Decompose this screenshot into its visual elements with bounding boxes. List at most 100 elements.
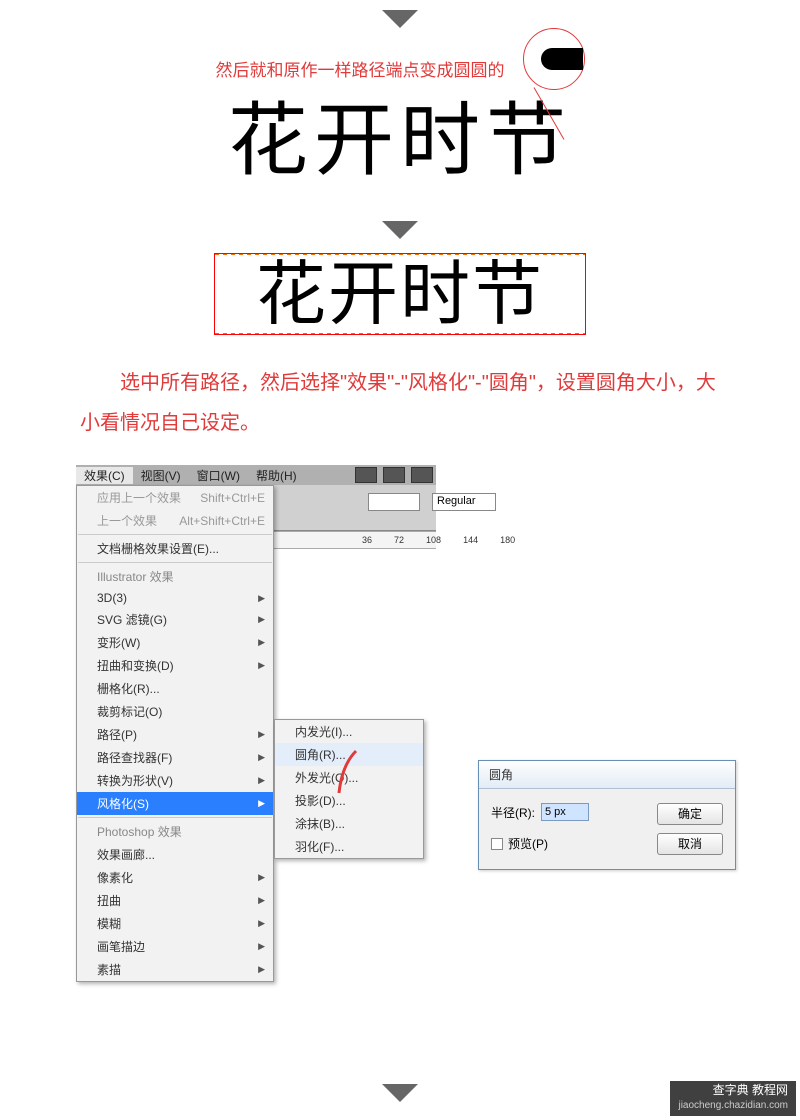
toolbar-icon[interactable] xyxy=(355,467,377,483)
magnifier-circle xyxy=(523,28,585,90)
menubar-item-help[interactable]: 帮助(H) xyxy=(248,467,305,484)
menu-label: 转换为形状(V) xyxy=(97,772,173,789)
round-corners-dialog: 圆角 半径(R): 预览(P) 确定 取消 xyxy=(478,760,736,870)
menu-separator xyxy=(78,817,272,818)
dialog-title: 圆角 xyxy=(479,761,735,789)
submenu-scribble[interactable]: 涂抹(B)... xyxy=(275,812,423,835)
menu-label: 扭曲和变换(D) xyxy=(97,657,174,674)
menubar-item-window[interactable]: 窗口(W) xyxy=(189,467,248,484)
submenu-arrow-icon: ▶ xyxy=(258,775,265,786)
menu-apply-last[interactable]: 应用上一个效果 Shift+Ctrl+E xyxy=(77,486,273,509)
menubar: 效果(C) 视图(V) 窗口(W) 帮助(H) xyxy=(76,465,436,485)
menu-label: 内发光(I)... xyxy=(295,723,352,740)
menu-label: 素描 xyxy=(97,961,121,978)
submenu-arrow-icon: ▶ xyxy=(258,637,265,648)
menu-label: 模糊 xyxy=(97,915,121,932)
submenu-arrow-icon: ▶ xyxy=(258,941,265,952)
menu-blur[interactable]: 模糊 ▶ xyxy=(77,912,273,935)
menu-label: 羽化(F)... xyxy=(295,838,344,855)
menu-shortcut: Alt+Shift+Ctrl+E xyxy=(179,514,265,528)
menu-label: 3D(3) xyxy=(97,591,127,605)
menu-header-illustrator: Illustrator 效果 xyxy=(77,565,273,588)
toolbar-icon[interactable] xyxy=(411,467,433,483)
menu-sketch[interactable]: 素描 ▶ xyxy=(77,958,273,981)
preview-row: 预览(P) xyxy=(491,835,643,852)
menu-3d[interactable]: 3D(3) ▶ xyxy=(77,588,273,608)
menu-label: 风格化(S) xyxy=(97,795,149,812)
submenu-arrow-icon: ▶ xyxy=(258,752,265,763)
menu-shortcut: Shift+Ctrl+E xyxy=(200,491,265,505)
toolbar-icon[interactable] xyxy=(383,467,405,483)
menu-last-effect[interactable]: 上一个效果 Alt+Shift+Ctrl+E xyxy=(77,509,273,532)
divider-arrow-icon xyxy=(382,221,418,239)
menu-convert-shape[interactable]: 转换为形状(V) ▶ xyxy=(77,769,273,792)
caption-text: 然后就和原作一样路径端点变成圆圆的 xyxy=(216,56,505,81)
menu-stylize[interactable]: 风格化(S) ▶ xyxy=(77,792,273,815)
menubar-item-view[interactable]: 视图(V) xyxy=(133,467,189,484)
submenu-arrow-icon: ▶ xyxy=(258,895,265,906)
submenu-inner-glow[interactable]: 内发光(I)... xyxy=(275,720,423,743)
divider-arrow-icon xyxy=(382,10,418,28)
illustrator-menu-screenshot: 效果(C) 视图(V) 窗口(W) 帮助(H) Regular 36 72 10… xyxy=(76,465,436,549)
menu-header-photoshop: Photoshop 效果 xyxy=(77,820,273,843)
effects-menu: 应用上一个效果 Shift+Ctrl+E 上一个效果 Alt+Shift+Ctr… xyxy=(76,485,274,982)
submenu-arrow-icon: ▶ xyxy=(258,918,265,929)
radius-input[interactable] xyxy=(541,803,589,821)
menu-effect-gallery[interactable]: 效果画廊... xyxy=(77,843,273,866)
menu-brush-strokes[interactable]: 画笔描边 ▶ xyxy=(77,935,273,958)
rounded-endpoint-sample xyxy=(541,48,583,70)
submenu-arrow-icon: ▶ xyxy=(258,798,265,809)
radius-row: 半径(R): xyxy=(491,803,643,821)
watermark: 查字典 教程网 jiaocheng.chazidian.com xyxy=(670,1081,796,1116)
menu-path[interactable]: 路径(P) ▶ xyxy=(77,723,273,746)
preview-label: 预览(P) xyxy=(508,835,548,852)
menu-doc-raster[interactable]: 文档栅格效果设置(E)... xyxy=(77,537,273,560)
style-dropdown[interactable]: Regular xyxy=(432,493,496,511)
menu-label: 扭曲 xyxy=(97,892,121,909)
menubar-item-effect[interactable]: 效果(C) xyxy=(76,467,133,484)
submenu-feather[interactable]: 羽化(F)... xyxy=(275,835,423,858)
menu-rasterize[interactable]: 栅格化(R)... xyxy=(77,677,273,700)
ruler-tick: 144 xyxy=(463,535,478,545)
menu-distort[interactable]: 扭曲和变换(D) ▶ xyxy=(77,654,273,677)
menu-warp[interactable]: 变形(W) ▶ xyxy=(77,631,273,654)
caption-row: 然后就和原作一样路径端点变成圆圆的 xyxy=(0,28,800,91)
menu-crop-marks[interactable]: 裁剪标记(O) xyxy=(77,700,273,723)
submenu-arrow-icon: ▶ xyxy=(258,729,265,740)
menu-label: 栅格化(R)... xyxy=(97,680,160,697)
menu-label: 上一个效果 xyxy=(97,512,157,529)
ruler-tick: 108 xyxy=(426,535,441,545)
menu-pixelate[interactable]: 像素化 ▶ xyxy=(77,866,273,889)
submenu-arrow-icon: ▶ xyxy=(258,660,265,671)
watermark-title: 查字典 教程网 xyxy=(678,1083,788,1099)
divider-arrow-icon xyxy=(382,1084,418,1102)
menu-separator xyxy=(78,534,272,535)
menu-label: 涂抹(B)... xyxy=(295,815,345,832)
menu-label: SVG 滤镜(G) xyxy=(97,611,167,628)
menu-distort-ps[interactable]: 扭曲 ▶ xyxy=(77,889,273,912)
submenu-arrow-icon: ▶ xyxy=(258,593,265,604)
menu-label: 效果画廊... xyxy=(97,846,155,863)
ok-button[interactable]: 确定 xyxy=(657,803,723,825)
menu-label: 变形(W) xyxy=(97,634,140,651)
menu-label: 路径(P) xyxy=(97,726,137,743)
selected-paths-preview: 花开时节 xyxy=(220,257,580,331)
ruler-tick: 72 xyxy=(394,535,404,545)
sample-characters-rounded: 花开时节 xyxy=(0,101,800,181)
menu-label: 像素化 xyxy=(97,869,133,886)
font-dropdown[interactable] xyxy=(368,493,420,511)
sample-characters-selected: 花开时节 xyxy=(220,257,580,331)
menu-label: 应用上一个效果 xyxy=(97,489,181,506)
watermark-url: jiaocheng.chazidian.com xyxy=(678,1099,788,1112)
submenu-arrow-icon: ▶ xyxy=(258,872,265,883)
annotation-arrow-icon xyxy=(334,745,364,795)
menu-pathfinder[interactable]: 路径查找器(F)▶ xyxy=(77,746,273,769)
submenu-arrow-icon: ▶ xyxy=(258,614,265,625)
submenu-arrow-icon: ▶ xyxy=(258,964,265,975)
menu-label: 画笔描边 xyxy=(97,938,145,955)
cancel-button[interactable]: 取消 xyxy=(657,833,723,855)
menu-svg-filters[interactable]: SVG 滤镜(G) ▶ xyxy=(77,608,273,631)
menu-label: 裁剪标记(O) xyxy=(97,703,162,720)
menu-label: 文档栅格效果设置(E)... xyxy=(97,540,219,557)
preview-checkbox[interactable] xyxy=(491,838,503,850)
